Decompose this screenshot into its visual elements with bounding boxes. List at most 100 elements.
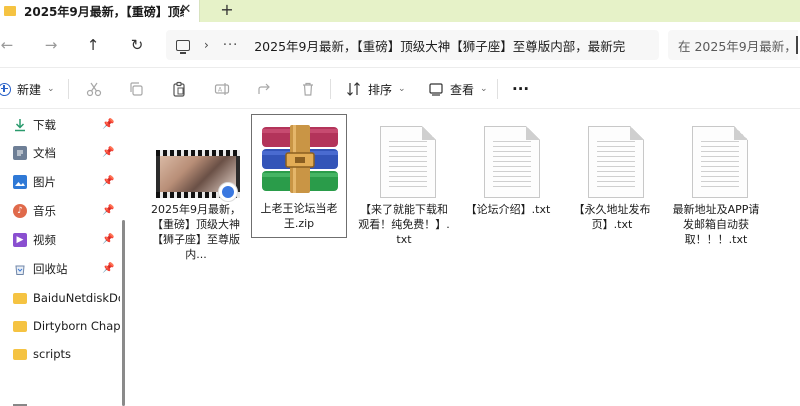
- trash-icon: [303, 82, 313, 96]
- pin-icon: 📌: [102, 263, 115, 274]
- file-name: 2025年9月最新，【重磅】顶级大神【狮子座】至尊版内...: [151, 203, 241, 261]
- download-icon: [13, 118, 27, 132]
- toolbar-divider: [497, 79, 498, 99]
- folder-icon: [4, 6, 16, 16]
- file-item-txt[interactable]: 【论坛介绍】.txt: [460, 116, 556, 217]
- sidebar-item-label: 下载: [33, 118, 56, 132]
- sidebar-item-videos[interactable]: ▶ 视频 📌: [0, 227, 120, 253]
- text-document-icon: [380, 126, 436, 198]
- file-name: 【来了就能下载和观看！纯免费！】.txt: [358, 203, 450, 246]
- delete-button[interactable]: [300, 69, 316, 109]
- folder-icon: [13, 292, 27, 304]
- file-item-video[interactable]: 2025年9月最新，【重磅】顶级大神【狮子座】至尊版内...: [148, 116, 244, 262]
- search-input[interactable]: 在 2025年9月最新，【: [668, 30, 798, 60]
- refresh-button[interactable]: ↻: [126, 34, 148, 56]
- text-document-icon: [692, 126, 748, 198]
- navigation-pane: 下载 📌 文档 📌 图片 📌 ♪ 音乐 📌 ▶ 视频 📌 回收站 📌 Baidu…: [0, 110, 122, 406]
- file-item-txt[interactable]: 最新地址及APP请发邮箱自动获取！！！.txt: [668, 116, 764, 247]
- toolbar-divider: [330, 79, 331, 99]
- pin-icon: 📌: [102, 234, 115, 245]
- video-thumbnail: [148, 116, 244, 202]
- sidebar-item-label: BaiduNetdiskDo: [33, 291, 120, 305]
- folder-icon: [13, 348, 27, 360]
- file-name: 最新地址及APP请发邮箱自动获取！！！.txt: [672, 203, 760, 246]
- chevron-down-icon: ⌄: [47, 84, 55, 94]
- chevron-down-icon: ⌄: [480, 84, 488, 94]
- music-icon: ♪: [13, 204, 27, 218]
- txt-thumbnail: [564, 116, 660, 202]
- up-button[interactable]: ↑: [82, 34, 104, 56]
- view-icon: [429, 83, 443, 96]
- sidebar-scrollbar[interactable]: [122, 220, 125, 406]
- txt-thumbnail: [356, 116, 452, 202]
- sidebar-item-label: 文档: [33, 146, 56, 160]
- sort-label: 排序: [368, 82, 393, 97]
- file-name: 上老王论坛当老王.zip: [260, 202, 338, 230]
- copy-icon: [130, 82, 143, 96]
- breadcrumb-current-folder[interactable]: 2025年9月最新，【重磅】顶级大神【狮子座】至尊版内部，最新完: [254, 36, 625, 55]
- sort-icon: [347, 82, 360, 96]
- copy-button[interactable]: [128, 69, 144, 109]
- share-button[interactable]: [257, 69, 273, 109]
- sort-button[interactable]: 排序 ⌄: [346, 69, 406, 109]
- file-name: 【论坛介绍】.txt: [465, 203, 551, 216]
- zip-thumbnail: [252, 115, 348, 201]
- new-tab-button[interactable]: +: [216, 0, 238, 22]
- tab-title: 2025年9月最新，【重磅】顶级: [24, 4, 184, 19]
- breadcrumb-overflow-button[interactable]: ···: [223, 38, 238, 53]
- folder-icon: [13, 320, 27, 332]
- sidebar-item-label: 音乐: [33, 204, 56, 218]
- rename-icon: A: [214, 83, 230, 95]
- file-item-txt[interactable]: 【永久地址发布页】.txt: [564, 116, 660, 232]
- forward-button[interactable]: →: [40, 34, 62, 56]
- new-label: 新建: [17, 82, 42, 97]
- sidebar-item-label: Dirtyborn Chapt: [33, 319, 120, 333]
- file-list: 2025年9月最新，【重磅】顶级大神【狮子座】至尊版内... 上老王论坛当老王.…: [128, 110, 800, 406]
- text-document-icon: [484, 126, 540, 198]
- documents-icon: [13, 146, 27, 160]
- sync-badge-icon: [218, 182, 238, 202]
- sidebar-item-label: 图片: [33, 175, 56, 189]
- pin-icon: 📌: [102, 176, 115, 187]
- tab-current-folder[interactable]: 2025年9月最新，【重磅】顶级 ✕: [0, 0, 200, 22]
- rename-button[interactable]: A: [214, 69, 230, 109]
- more-options-button[interactable]: ···: [512, 69, 529, 109]
- sidebar-item-dirtyborn[interactable]: Dirtyborn Chapt: [0, 313, 120, 339]
- text-document-icon: [588, 126, 644, 198]
- sidebar-item-documents[interactable]: 文档 📌: [0, 140, 120, 166]
- paste-button[interactable]: [171, 69, 187, 109]
- computer-icon: [176, 39, 190, 54]
- share-icon: [258, 83, 270, 94]
- pin-icon: 📌: [102, 119, 115, 130]
- new-button[interactable]: 新建 ⌄: [0, 69, 55, 109]
- view-label: 查看: [450, 82, 475, 97]
- sidebar-item-downloads[interactable]: 下载 📌: [0, 112, 120, 138]
- file-item-txt[interactable]: 【来了就能下载和观看！纯免费！】.txt: [356, 116, 452, 247]
- tab-bar: 2025年9月最新，【重磅】顶级 ✕ +: [0, 0, 800, 22]
- pictures-icon: [13, 175, 27, 189]
- cut-button[interactable]: [86, 69, 102, 109]
- txt-thumbnail: [668, 116, 764, 202]
- file-name: 【永久地址发布页】.txt: [573, 203, 651, 231]
- sidebar-item-label: 视频: [33, 233, 56, 247]
- file-item-zip[interactable]: 上老王论坛当老王.zip: [251, 114, 347, 238]
- videos-icon: ▶: [13, 233, 27, 247]
- sidebar-item-label: scripts: [33, 347, 72, 361]
- view-button[interactable]: 查看 ⌄: [428, 69, 488, 109]
- close-tab-button[interactable]: ✕: [178, 2, 194, 18]
- chevron-right-icon[interactable]: ›: [204, 38, 209, 52]
- sidebar-item-pictures[interactable]: 图片 📌: [0, 169, 120, 195]
- toolbar-divider: [68, 79, 69, 99]
- sidebar-item-recycle-bin[interactable]: 回收站 📌: [0, 256, 120, 282]
- winrar-archive-icon: [262, 125, 338, 193]
- address-bar[interactable]: › ··· 2025年9月最新，【重磅】顶级大神【狮子座】至尊版内部，最新完: [166, 30, 659, 60]
- chevron-down-icon: ⌄: [398, 84, 406, 94]
- sidebar-item-baidunetdisk[interactable]: BaiduNetdiskDo: [0, 285, 120, 311]
- sidebar-item-music[interactable]: ♪ 音乐 📌: [0, 198, 120, 224]
- back-button[interactable]: ←: [0, 34, 18, 56]
- pin-icon: 📌: [102, 147, 115, 158]
- sidebar-item-scripts[interactable]: scripts: [0, 341, 120, 367]
- search-edge: [796, 36, 798, 54]
- plus-icon: [0, 82, 11, 96]
- cut-icon: [86, 82, 102, 97]
